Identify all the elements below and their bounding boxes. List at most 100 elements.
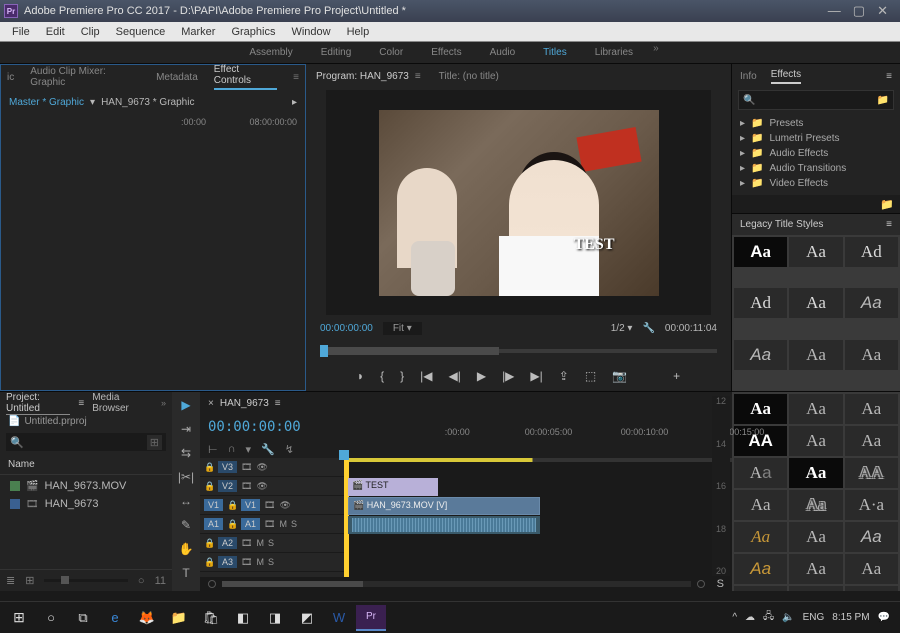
language-indicator[interactable]: ENG <box>803 612 825 623</box>
tab-project[interactable]: Project: Untitled <box>6 392 70 415</box>
snap-icon[interactable]: ⊢ <box>208 443 218 456</box>
workspace-color[interactable]: Color <box>365 43 417 62</box>
title-style-swatch[interactable]: Aa <box>734 554 787 584</box>
track-header-a1[interactable]: A1🔒A1🎞MS <box>200 515 348 534</box>
menu-graphics[interactable]: Graphics <box>223 24 283 40</box>
title-style-swatch[interactable]: Aa <box>789 426 842 456</box>
panel-menu-icon[interactable]: ≡ <box>293 72 299 83</box>
project-item[interactable]: 🎬 HAN_9673.MOV <box>6 477 166 495</box>
export-frame-icon[interactable]: 📷 <box>612 369 627 383</box>
selection-tool-icon[interactable]: ▶ <box>181 398 190 412</box>
chevron-down-icon[interactable]: ▾ <box>90 97 95 108</box>
extract-icon[interactable]: ⬚ <box>585 369 596 383</box>
onedrive-icon[interactable]: ☁ <box>745 612 755 623</box>
clock[interactable]: 8:15 PM <box>832 612 869 623</box>
title-style-swatch[interactable]: Aa <box>845 288 898 318</box>
track-header-v2[interactable]: 🔒V2🎞👁 <box>200 477 348 496</box>
maximize-button[interactable]: ▢ <box>853 3 865 19</box>
title-style-swatch[interactable]: Aa <box>789 288 842 318</box>
wrench-icon[interactable]: ↯ <box>285 443 294 456</box>
go-to-out-icon[interactable]: ▶| <box>530 369 542 383</box>
workspace-titles[interactable]: Titles <box>529 43 581 62</box>
effects-folder-lumetri[interactable]: ▸📁Lumetri Presets <box>740 131 892 146</box>
title-style-swatch[interactable]: Aa <box>845 554 898 584</box>
tray-overflow-icon[interactable]: ^ <box>732 612 737 623</box>
zoom-out-icon[interactable] <box>208 580 216 588</box>
title-style-swatch[interactable]: Aa <box>789 554 842 584</box>
title-style-swatch[interactable]: Aa <box>845 522 898 552</box>
zoom-in-icon[interactable] <box>697 580 705 588</box>
play-icon[interactable]: ▶ <box>477 369 486 383</box>
step-forward-icon[interactable]: |▶ <box>502 369 514 383</box>
overflow-icon[interactable]: » <box>161 398 166 408</box>
track-height-icon[interactable]: S <box>717 578 724 590</box>
title-style-swatch[interactable]: Aa <box>734 586 787 591</box>
taskbar-app-icon[interactable]: ◧ <box>228 605 258 631</box>
mark-out-icon[interactable]: } <box>400 369 404 383</box>
tab-source[interactable]: ic <box>7 72 14 83</box>
razor-tool-icon[interactable]: |✂| <box>178 470 194 484</box>
timeline-close-icon[interactable]: × <box>208 398 214 409</box>
project-search-input[interactable]: 🔍 ⊞ <box>6 433 166 451</box>
edge-icon[interactable]: e <box>100 605 130 631</box>
timeline-timecode[interactable]: 00:00:00:00 <box>208 419 301 435</box>
type-tool-icon[interactable]: T <box>182 566 189 580</box>
title-style-swatch[interactable]: Aa <box>789 586 842 591</box>
network-icon[interactable]: 🖧 <box>763 609 774 626</box>
effects-folder-presets[interactable]: ▸📁Presets <box>740 116 892 131</box>
menu-file[interactable]: File <box>4 24 38 40</box>
timeline-clip-audio[interactable] <box>348 516 540 534</box>
workspace-audio[interactable]: Audio <box>476 43 530 62</box>
word-icon[interactable]: W <box>324 605 354 631</box>
panel-menu-icon[interactable]: ≡ <box>886 71 892 82</box>
list-view-icon[interactable]: ≣ <box>6 574 15 587</box>
track-header-a3[interactable]: 🔒A3🎞MS <box>200 553 348 572</box>
minimize-button[interactable]: — <box>828 3 841 19</box>
title-style-swatch[interactable]: Aa <box>845 394 898 424</box>
menu-clip[interactable]: Clip <box>73 24 108 40</box>
panel-menu-icon[interactable]: ≡ <box>78 398 84 409</box>
explorer-icon[interactable]: 📁 <box>164 605 194 631</box>
premiere-taskbar-icon[interactable]: Pr <box>356 605 386 631</box>
title-style-swatch[interactable]: Ad <box>845 237 898 267</box>
settings-icon[interactable]: 🔧 <box>261 443 275 456</box>
new-bin-icon[interactable]: 📁 <box>877 95 889 106</box>
cortana-icon[interactable]: ○ <box>36 605 66 631</box>
timeline-scroll[interactable]: S <box>200 577 732 591</box>
go-to-in-icon[interactable]: |◀ <box>420 369 432 383</box>
slip-tool-icon[interactable]: ↔ <box>180 494 192 508</box>
title-style-swatch[interactable]: Aa <box>734 394 787 424</box>
firefox-icon[interactable]: 🦊 <box>132 605 162 631</box>
task-view-icon[interactable]: ⧉ <box>68 605 98 631</box>
program-resolution[interactable]: 1/2 ▾ <box>611 323 633 334</box>
hand-tool-icon[interactable]: ✋ <box>179 542 194 556</box>
find-icon[interactable]: 11 <box>155 575 166 587</box>
workspace-assembly[interactable]: Assembly <box>235 43 306 62</box>
close-button[interactable]: ✕ <box>877 3 888 19</box>
panel-menu-icon[interactable]: ≡ <box>886 219 892 230</box>
start-button[interactable]: ⊞ <box>4 605 34 631</box>
menu-edit[interactable]: Edit <box>38 24 73 40</box>
title-style-swatch[interactable]: Aa <box>789 458 842 488</box>
notifications-icon[interactable]: 💬 <box>878 612 890 623</box>
title-style-swatch[interactable]: AA <box>845 458 898 488</box>
marker-icon[interactable]: ▾ <box>246 443 252 456</box>
ripple-edit-tool-icon[interactable]: ⇆ <box>181 446 191 460</box>
title-style-swatch[interactable]: Aa <box>845 426 898 456</box>
thumbnail-size-slider[interactable] <box>44 579 127 582</box>
store-icon[interactable]: 🛍 <box>196 605 226 631</box>
linked-selection-icon[interactable]: ∩ <box>228 443 236 455</box>
track-header-v1[interactable]: V1🔒V1🎞👁 <box>200 496 348 515</box>
tab-media-browser[interactable]: Media Browser <box>92 392 153 414</box>
program-monitor[interactable]: TEST <box>326 90 711 315</box>
tab-audio-mixer[interactable]: Audio Clip Mixer: Graphic <box>30 66 140 88</box>
tab-effect-controls[interactable]: Effect Controls <box>214 64 277 90</box>
title-style-swatch[interactable]: Ad <box>734 288 787 318</box>
title-style-swatch[interactable]: Aa <box>789 340 842 370</box>
title-style-swatch[interactable]: Aa <box>845 586 898 591</box>
title-style-swatch[interactable]: Aa <box>734 522 787 552</box>
menu-sequence[interactable]: Sequence <box>108 24 174 40</box>
workspace-libraries[interactable]: Libraries <box>581 43 647 62</box>
taskbar-app-icon[interactable]: ◨ <box>260 605 290 631</box>
timeline-track-area[interactable]: 🎬 TEST 🎬 HAN_9673.MOV [V] <box>348 458 732 577</box>
